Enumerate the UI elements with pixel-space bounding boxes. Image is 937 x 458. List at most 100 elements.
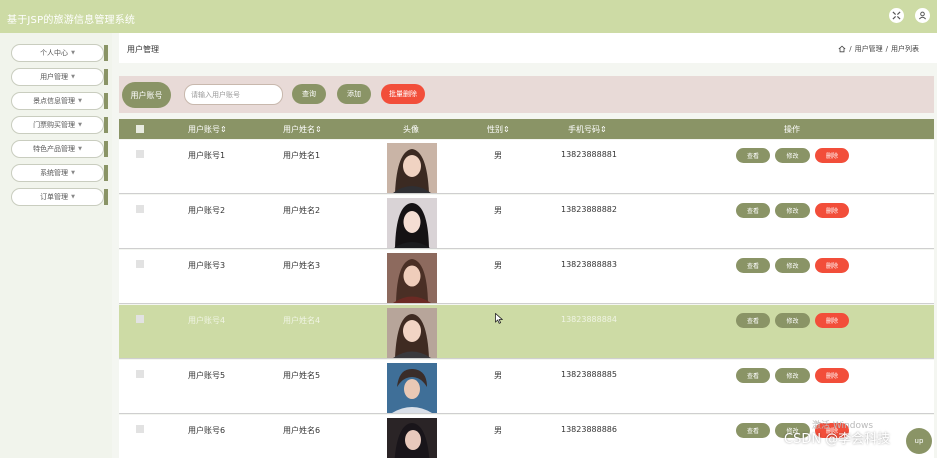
add-button[interactable]: 添加	[337, 84, 371, 104]
table-header: 用户账号⇕ 用户姓名⇕ 头像 性别⇕ 手机号码⇕ 操作	[119, 119, 934, 139]
column-header-name[interactable]: 用户姓名⇕	[283, 124, 322, 135]
edit-button[interactable]: 修改	[775, 148, 810, 163]
sidebar-item-label: 门票购买管理	[33, 121, 76, 129]
table-row[interactable]: 用户账号3 用户姓名3 男 13823888883 查看 修改 删除	[119, 250, 934, 304]
sidebar-marker	[104, 189, 108, 205]
cell-phone: 13823888885	[561, 370, 617, 379]
sidebar-item-scenic-info[interactable]: 景点信息管理 ▼	[11, 92, 108, 110]
avatar	[387, 308, 437, 358]
table-row[interactable]: 用户账号2 用户姓名2 男 13823888882 查看 修改 删除	[119, 195, 934, 249]
sidebar-item-ticket-purchase[interactable]: 门票购买管理 ▼	[11, 116, 108, 134]
sidebar-item-orders[interactable]: 订单管理 ▼	[11, 188, 108, 206]
sidebar-item-label: 订单管理	[40, 193, 69, 201]
user-icon[interactable]	[915, 8, 930, 23]
table-row[interactable]: 用户账号1 用户姓名1 男 13823888881 查看 修改 删除	[119, 140, 934, 194]
sidebar-item-personal-center[interactable]: 个人中心 ▼	[11, 44, 108, 62]
cell-name: 用户姓名3	[283, 261, 321, 270]
delete-button[interactable]: 删除	[815, 148, 849, 163]
edit-button[interactable]: 修改	[775, 258, 810, 273]
table-row[interactable]: 用户账号4 用户姓名4 13823888884 查看 修改 删除	[119, 305, 934, 359]
sidebar-item-label: 系统管理	[40, 169, 69, 177]
cell-gender: 男	[494, 371, 502, 380]
back-to-top-button[interactable]: up	[906, 428, 932, 454]
cell-gender: 男	[494, 151, 502, 160]
chevron-down-icon: ▼	[71, 50, 75, 56]
view-button[interactable]: 查看	[736, 368, 770, 383]
sidebar-marker	[104, 93, 108, 109]
view-button[interactable]: 查看	[736, 313, 770, 328]
chevron-down-icon: ▼	[71, 194, 75, 200]
edit-button[interactable]: 修改	[775, 203, 810, 218]
chevron-down-icon: ▼	[78, 146, 82, 152]
column-header-phone[interactable]: 手机号码⇕	[568, 124, 607, 135]
select-all-checkbox[interactable]	[136, 125, 144, 133]
row-checkbox[interactable]	[136, 150, 144, 158]
delete-button[interactable]: 删除	[815, 203, 849, 218]
top-bar: 基于JSP的旅游信息管理系统	[0, 0, 937, 33]
chevron-down-icon: ▼	[71, 170, 75, 176]
home-icon[interactable]	[838, 45, 846, 53]
watermark: CSDN @李会科技	[784, 432, 891, 447]
page-header: 用户管理 / 用户管理 / 用户列表	[119, 33, 937, 63]
sidebar-marker	[104, 117, 108, 133]
search-bar: 用户账号 查询 添加 批量删除	[119, 76, 934, 113]
chevron-down-icon: ▼	[78, 122, 82, 128]
column-header-gender[interactable]: 性别⇕	[487, 124, 510, 135]
sort-icon[interactable]: ⇕	[600, 125, 607, 134]
view-button[interactable]: 查看	[736, 258, 770, 273]
avatar	[387, 143, 437, 193]
cell-phone: 13823888884	[561, 315, 617, 324]
chevron-down-icon: ▼	[71, 74, 75, 80]
batch-delete-button[interactable]: 批量删除	[381, 84, 425, 104]
view-button[interactable]: 查看	[736, 148, 770, 163]
row-checkbox[interactable]	[136, 370, 144, 378]
sidebar-item-user-management[interactable]: 用户管理 ▼	[11, 68, 108, 86]
cell-name: 用户姓名1	[283, 151, 321, 160]
edit-button[interactable]: 修改	[775, 368, 810, 383]
column-label: 手机号码	[568, 125, 600, 134]
search-input[interactable]	[184, 84, 283, 105]
search-label: 用户账号	[122, 82, 171, 108]
edit-button[interactable]: 修改	[775, 313, 810, 328]
column-header-avatar: 头像	[403, 125, 419, 134]
avatar	[387, 198, 437, 248]
cell-phone: 13823888882	[561, 205, 617, 214]
sort-icon[interactable]: ⇕	[503, 125, 510, 134]
cell-account: 用户账号1	[188, 151, 226, 160]
breadcrumb-separator: /	[885, 45, 888, 53]
delete-button[interactable]: 删除	[815, 313, 849, 328]
chevron-down-icon: ▼	[78, 98, 82, 104]
column-header-actions: 操作	[784, 125, 800, 134]
table-row[interactable]: 用户账号5 用户姓名5 男 13823888885 查看 修改 删除	[119, 360, 934, 414]
sidebar-marker	[104, 165, 108, 181]
sidebar-item-label: 用户管理	[40, 73, 69, 81]
cell-gender: 男	[494, 261, 502, 270]
query-button[interactable]: 查询	[292, 84, 326, 104]
breadcrumb: / 用户管理 / 用户列表	[838, 44, 919, 54]
breadcrumb-item-user-list: 用户列表	[891, 45, 919, 53]
cell-account: 用户账号5	[188, 371, 226, 380]
sort-icon[interactable]: ⇕	[220, 125, 227, 134]
sidebar-item-special-products[interactable]: 特色产品管理 ▼	[11, 140, 108, 158]
cell-account: 用户账号3	[188, 261, 226, 270]
row-checkbox[interactable]	[136, 425, 144, 433]
cell-gender: 男	[494, 426, 502, 435]
delete-button[interactable]: 删除	[815, 258, 849, 273]
row-checkbox[interactable]	[136, 315, 144, 323]
breadcrumb-item-user-management[interactable]: 用户管理	[855, 44, 883, 54]
view-button[interactable]: 查看	[736, 423, 770, 438]
sort-icon[interactable]: ⇕	[315, 125, 322, 134]
sidebar-item-system[interactable]: 系统管理 ▼	[11, 164, 108, 182]
expand-icon[interactable]	[889, 8, 904, 23]
cell-name: 用户姓名2	[283, 206, 321, 215]
column-header-account[interactable]: 用户账号⇕	[188, 124, 227, 135]
page-title: 用户管理	[127, 45, 159, 54]
row-checkbox[interactable]	[136, 260, 144, 268]
column-label: 用户账号	[188, 125, 220, 134]
view-button[interactable]: 查看	[736, 203, 770, 218]
avatar	[387, 363, 437, 413]
delete-button[interactable]: 删除	[815, 368, 849, 383]
row-checkbox[interactable]	[136, 205, 144, 213]
cell-phone: 13823888883	[561, 260, 617, 269]
breadcrumb-separator: /	[849, 45, 852, 53]
